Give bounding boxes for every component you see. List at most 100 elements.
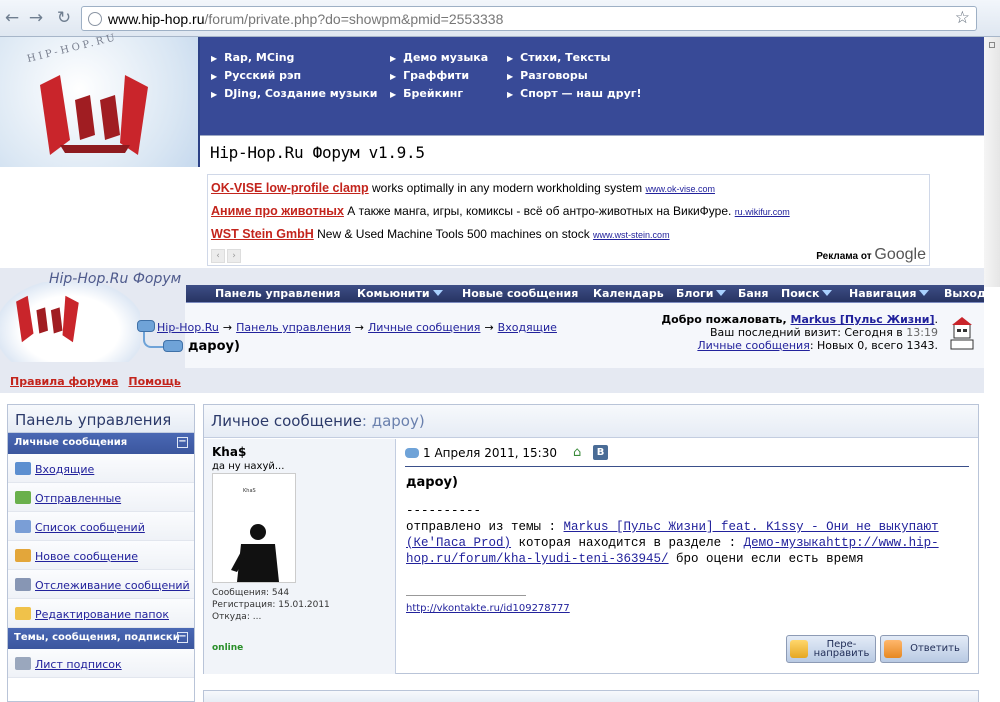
breadcrumb-link[interactable]: Панель управления	[236, 321, 351, 334]
control-panel-sidebar: Панель управления Личные сообщения − Вход…	[7, 404, 195, 702]
nav-logout[interactable]: Выход	[944, 287, 986, 300]
inbox-icon	[15, 462, 31, 475]
site-logo[interactable]: HIP-HOP.RU	[0, 32, 200, 167]
breadcrumb-separator: →	[484, 321, 494, 334]
forward-icon[interactable]: →	[25, 7, 47, 29]
help-link[interactable]: Помощь	[128, 375, 180, 388]
breadcrumb-link[interactable]: Личные сообщения	[368, 321, 480, 334]
ad-item: OK-VISE low-profile clamp works optimall…	[211, 181, 715, 195]
topnav-link[interactable]: ▶ Rap, MCing	[211, 49, 377, 67]
nav-search[interactable]: Поиск	[781, 287, 833, 300]
speech-bubble-icon	[137, 320, 155, 332]
ad-prev-icon[interactable]: ‹	[211, 249, 225, 263]
ads-by-google[interactable]: Реклама от Google	[816, 246, 926, 264]
ad-title-link[interactable]: OK-VISE low-profile clamp	[211, 181, 369, 195]
sidebar-item-list[interactable]: Список сообщений	[8, 512, 194, 541]
ad-next-icon[interactable]: ›	[227, 249, 241, 263]
online-status: online	[212, 643, 244, 653]
nav-control-panel[interactable]: Панель управления	[215, 287, 340, 300]
body-rule: ----------	[406, 504, 482, 518]
author-avatar[interactable]: KhaS	[212, 473, 296, 583]
reply-button[interactable]: Ответить	[880, 635, 969, 663]
reload-icon[interactable]: ↻	[53, 7, 75, 29]
sent-icon	[15, 491, 31, 504]
topnav-link[interactable]: ▶ DJing, Создание музыки	[211, 85, 377, 103]
nav-banya[interactable]: Баня	[738, 287, 768, 300]
author-name[interactable]: Kha$	[212, 445, 246, 459]
small-logo-icon[interactable]	[8, 290, 88, 348]
sidebar-section-pm[interactable]: Личные сообщения −	[8, 433, 194, 454]
signature-link[interactable]: http://vkontakte.ru/id109278777	[406, 603, 570, 614]
ad-text: works optimally in any modern workholdin…	[368, 181, 646, 195]
user-avatar-icon[interactable]	[948, 316, 976, 350]
breadcrumb-link[interactable]: Hip-Hop.Ru	[157, 321, 219, 334]
sidebar-item-folders[interactable]: Редактирование папок	[8, 599, 194, 628]
google-logo-text: Google	[874, 246, 926, 263]
breadcrumb-link[interactable]: Входящие	[498, 321, 557, 334]
dropdown-caret-icon	[716, 290, 727, 296]
topnav-link[interactable]: ▶ Спорт — наш друг!	[507, 85, 642, 103]
sidebar-item-label: Отслеживание сообщений	[35, 579, 190, 592]
pencil-icon	[15, 657, 31, 670]
last-visit-time: 13:19	[906, 326, 938, 339]
author-info: Kha$ да ну нахуй... KhaS Сообщения: 544 …	[204, 439, 396, 674]
forward-icon	[790, 640, 808, 658]
forum-version-title: Hip-Hop.Ru Форум v1.9.5	[210, 143, 425, 162]
vk-share-icon[interactable]: B	[593, 445, 608, 460]
new-message-icon	[15, 549, 31, 562]
sidebar-item-label: Новое сообщение	[35, 550, 139, 563]
post-body: ---------- отправлено из темы : Markus […	[406, 503, 946, 567]
user-profile-link[interactable]: Markus [Пульс Жизни]	[791, 313, 935, 326]
strip-square-icon	[989, 42, 995, 48]
sidebar-item-new[interactable]: Новое сообщение	[8, 541, 194, 570]
post-date: 1 Апреля 2011, 15:30	[405, 446, 557, 460]
private-messages-link[interactable]: Личные сообщения	[697, 339, 809, 352]
ad-title-link[interactable]: Аниме про животных	[211, 204, 344, 218]
collapse-icon[interactable]: −	[177, 437, 188, 448]
sidebar-item-tracking[interactable]: Отслеживание сообщений	[8, 570, 194, 599]
url-host: www.hip-hop.ru	[108, 11, 205, 27]
forward-button[interactable]: Пере- направить	[786, 635, 876, 663]
sidebar-item-subscriptions[interactable]: Лист подписок	[8, 649, 194, 678]
bookmark-star-icon[interactable]: ☆	[955, 8, 970, 28]
message-panel-title: Личное сообщение: дароу)	[204, 405, 978, 438]
address-bar[interactable]: www.hip-hop.ru/forum/private.php?do=show…	[81, 6, 977, 31]
back-icon[interactable]: ←	[1, 7, 23, 29]
nav-blogs[interactable]: Блоги	[676, 287, 727, 300]
ad-url-link[interactable]: www.wst-stein.com	[593, 230, 670, 240]
ad-url-link[interactable]: ru.wikifur.com	[735, 207, 790, 217]
topnav-link[interactable]: ▶ Стихи, Тексты	[507, 49, 642, 67]
section-title: Личные сообщения	[14, 437, 128, 448]
ad-text: А также манга, игры, комиксы - всё об ан…	[343, 204, 735, 218]
topnav-link[interactable]: ▶ Граффити	[390, 67, 488, 85]
url-text[interactable]: www.hip-hop.ru/forum/private.php?do=show…	[108, 11, 503, 27]
nav-navigation[interactable]: Навигация	[849, 287, 930, 300]
sidebar-item-label: Список сообщений	[35, 521, 145, 534]
panel-subject-text: : дароу)	[361, 412, 425, 430]
signature-divider	[406, 595, 526, 596]
nav-calendar[interactable]: Календарь	[593, 287, 664, 300]
collapse-icon[interactable]: −	[177, 632, 188, 643]
sidebar-item-sent[interactable]: Отправленные	[8, 483, 194, 512]
logo-text: HIP-HOP.RU	[26, 31, 119, 66]
private-message-panel: Личное сообщение: дароу) Kha$ да ну наху…	[203, 404, 979, 674]
ad-item: Аниме про животных А также манга, игры, …	[211, 204, 790, 218]
browser-toolbar: ← → ↻ www.hip-hop.ru/forum/private.php?d…	[0, 0, 1000, 37]
topnav-link[interactable]: ▶ Разговоры	[507, 67, 642, 85]
forward-label: Пере- направить	[813, 639, 870, 659]
nav-new-posts[interactable]: Новые сообщения	[462, 287, 578, 300]
ad-url-link[interactable]: www.ok-vise.com	[645, 184, 715, 194]
main-navbar: Панель управления Комьюнити Новые сообще…	[186, 285, 986, 303]
home-icon[interactable]: ⌂	[573, 445, 581, 460]
forum-rules-link[interactable]: Правила форума	[10, 375, 118, 388]
nav-community[interactable]: Комьюнити	[357, 287, 443, 300]
topnav-link[interactable]: ▶ Русский рэп	[211, 67, 377, 85]
author-posts: Сообщения: 544	[212, 588, 290, 598]
topnav-link[interactable]: ▶ Брейкинг	[390, 85, 488, 103]
body-text: отправлено из темы :	[406, 520, 564, 534]
sidebar-item-inbox[interactable]: Входящие	[8, 454, 194, 483]
topnav-link[interactable]: ▶ Демо музыка	[390, 49, 488, 67]
ad-title-link[interactable]: WST Stein GmbH	[211, 227, 314, 241]
top-category-nav: ▶ Rap, MCing ▶ Русский рэп ▶ DJing, Создани…	[200, 37, 984, 135]
sidebar-section-subscriptions[interactable]: Темы, сообщения, подписки −	[8, 628, 194, 649]
